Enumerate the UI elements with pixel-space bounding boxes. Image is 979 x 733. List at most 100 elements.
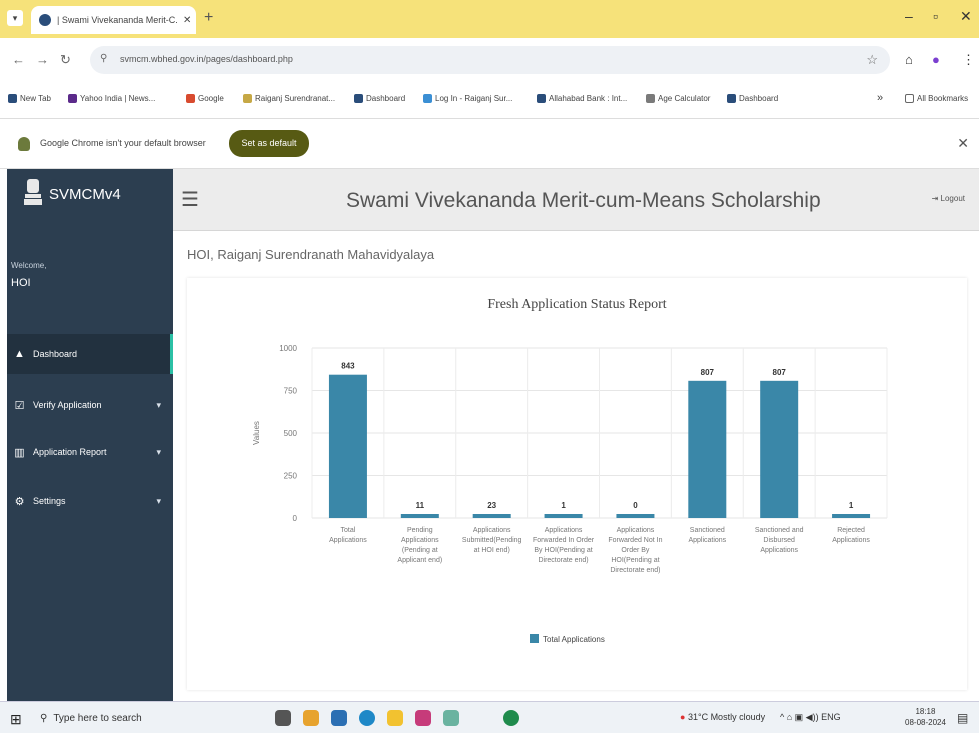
sidebar-item-label: Verify Application	[33, 400, 102, 410]
data-label: 23	[487, 501, 496, 510]
x-tick-label: Rejected	[837, 527, 865, 534]
file-explorer-icon[interactable]	[387, 710, 403, 726]
profile-icon[interactable]: ●	[932, 52, 940, 67]
x-tick-label: Applicant end)	[397, 557, 442, 564]
minimize-button[interactable]: –	[905, 8, 913, 24]
windows-start-icon[interactable]: ⊞	[10, 711, 22, 728]
weather-widget[interactable]: ● 31°C Mostly cloudy	[680, 712, 765, 722]
data-label: 1	[849, 501, 854, 510]
browser-tab-active[interactable]: | Swami Vivekananda Merit-C... ✕	[31, 6, 196, 34]
url-text[interactable]: svmcm.wbhed.gov.in/pages/dashboard.php	[120, 54, 293, 64]
x-tick-label: HOI(Pending at	[611, 557, 659, 564]
task-view-icon[interactable]	[275, 710, 291, 726]
bookmark-icon	[186, 94, 195, 103]
x-tick-label: Sanctioned	[690, 527, 725, 534]
x-tick-label: Disbursed	[763, 537, 795, 544]
bookmark-item[interactable]: Age Calculator	[646, 94, 710, 103]
app-icon[interactable]	[443, 710, 459, 726]
notification-icon[interactable]: ▤	[957, 711, 968, 725]
taskbar-search[interactable]: ⚲ Type here to search	[40, 707, 230, 729]
tab-search-button[interactable]: ▾	[7, 10, 23, 26]
x-tick-label: Applications	[760, 547, 798, 554]
data-label: 11	[416, 501, 425, 510]
weather-icon: ●	[680, 712, 686, 722]
infobar-close-icon[interactable]: ✕	[957, 135, 969, 152]
bar-chart: 0 250 500 750 1000 Values 843 Total Applications…	[252, 344, 888, 644]
app-icon[interactable]	[331, 710, 347, 726]
edge-icon[interactable]	[359, 710, 375, 726]
infobar-message: Google Chrome isn't your default browser	[40, 138, 206, 148]
site-favicon-icon	[39, 14, 51, 26]
bookmark-item[interactable]: Log In - Raiganj Sur...	[423, 94, 512, 103]
taskbar-clock[interactable]: 18:18 08-08-2024	[905, 706, 946, 728]
x-tick-label: Applications	[617, 527, 655, 534]
maximize-button[interactable]: ▫	[933, 8, 938, 24]
sidebar-item-application-report[interactable]: ▥ Application Report ▾	[7, 432, 173, 472]
window-close-button[interactable]: ✕	[960, 8, 972, 25]
x-tick-label: Submitted(Pending	[462, 537, 522, 544]
browser-menu-icon[interactable]: ⋮	[962, 52, 975, 68]
search-icon: ⚲	[40, 712, 48, 724]
sidebar-item-settings[interactable]: ⚙ Settings ▾	[7, 481, 173, 521]
x-tick-label: Forwarded In Order	[533, 537, 595, 544]
x-tick-label: (Pending at	[402, 547, 438, 554]
y-tick-label: 750	[284, 387, 298, 396]
bar	[400, 514, 439, 518]
sidebar-item-dashboard[interactable]: ▲ Dashboard	[7, 334, 173, 374]
x-tick-label: Applications	[832, 537, 870, 544]
x-tick-label: Applications	[688, 537, 726, 544]
app-icon[interactable]	[415, 710, 431, 726]
back-arrow-icon[interactable]: ←	[12, 52, 25, 67]
logout-link[interactable]: ⇥ Logout	[932, 194, 965, 203]
x-tick-label: Total	[341, 527, 356, 534]
bookmark-icon	[727, 94, 736, 103]
sidebar-item-verify-application[interactable]: ☑ Verify Application ▾	[7, 385, 173, 425]
bookmarks-overflow-button[interactable]: »	[877, 92, 883, 104]
x-tick-label: Directorate end)	[610, 567, 660, 574]
chrome-icon[interactable]	[503, 710, 519, 726]
chrome-info-icon	[18, 137, 30, 151]
data-label: 0	[633, 501, 638, 510]
browser-tab-bar: ▾ | Swami Vivekananda Merit-C... ✕ + – ▫…	[0, 0, 979, 38]
tab-close-icon[interactable]: ✕	[183, 15, 191, 26]
forward-arrow-icon[interactable]: →	[36, 52, 49, 67]
bookmark-item[interactable]: Allahabad Bank : Int...	[537, 94, 627, 103]
bookmarks-bar: New Tab Yahoo India | News... Google Rai…	[0, 83, 979, 119]
extensions-icon[interactable]: ⌂	[905, 52, 913, 67]
bookmark-item[interactable]: Raiganj Surendranat...	[243, 94, 335, 103]
bar	[328, 374, 367, 518]
bookmark-item[interactable]: Yahoo India | News...	[68, 94, 155, 103]
brand-name[interactable]: SVMCMv4	[49, 186, 121, 203]
bookmark-item[interactable]: New Tab	[8, 94, 51, 103]
bookmark-item[interactable]: Google	[186, 94, 224, 103]
y-axis-label: Values	[252, 421, 261, 445]
set-as-default-button[interactable]: Set as default	[229, 130, 309, 157]
tab-title: | Swami Vivekananda Merit-C...	[57, 15, 177, 25]
chevron-down-icon: ▾	[156, 446, 161, 457]
system-tray[interactable]: ^ ⌂ ▣ ◀)) ENG	[780, 712, 841, 723]
x-tick-label: By HOI(Pending at	[534, 547, 592, 554]
bookmark-item[interactable]: Dashboard	[354, 94, 405, 103]
reload-icon[interactable]: ↻	[60, 52, 71, 68]
x-tick-label: Forwarded Not In	[608, 537, 662, 544]
data-label: 843	[341, 362, 355, 371]
hamburger-menu-icon[interactable]: ☰	[181, 187, 199, 212]
all-bookmarks-button[interactable]: All Bookmarks	[905, 94, 968, 103]
data-label: 807	[701, 368, 715, 377]
data-label: 1	[561, 501, 566, 510]
chevron-down-icon: ▾	[156, 495, 161, 506]
bookmark-icon	[423, 94, 432, 103]
x-tick-label: Sanctioned and	[755, 527, 804, 534]
new-tab-button[interactable]: +	[204, 9, 213, 27]
url-bar[interactable]: ⚲ svmcm.wbhed.gov.in/pages/dashboard.php…	[90, 46, 890, 74]
welcome-text: Welcome,	[11, 261, 47, 270]
bookmark-star-icon[interactable]: ☆	[866, 52, 878, 68]
bookmark-icon	[354, 94, 363, 103]
x-tick-label: at HOI end)	[474, 547, 510, 554]
bookmark-item[interactable]: Dashboard	[727, 94, 778, 103]
bookmark-icon	[646, 94, 655, 103]
site-info-icon[interactable]: ⚲	[100, 53, 114, 67]
bar	[760, 380, 799, 518]
bar-chart-icon: ▥	[14, 446, 25, 459]
app-icon[interactable]	[303, 710, 319, 726]
